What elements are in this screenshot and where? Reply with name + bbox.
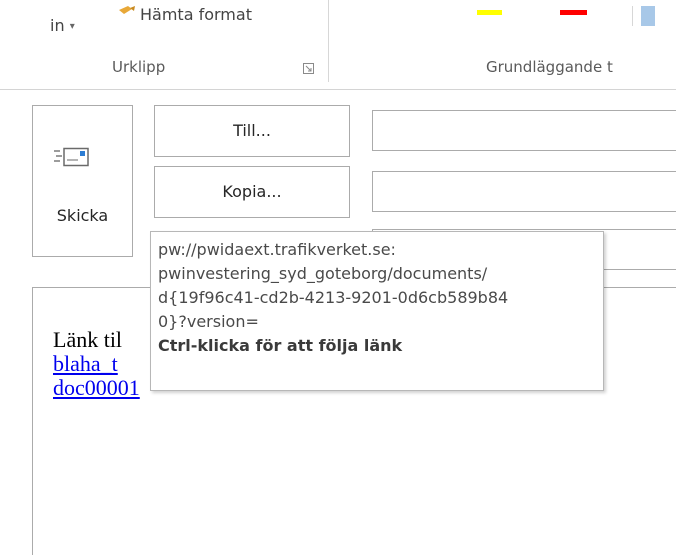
cc-field[interactable]: [372, 171, 676, 212]
send-mail-icon: [54, 147, 89, 167]
basic-text-group-label: Grundläggande t: [486, 58, 613, 76]
styles-gallery-icon[interactable]: [641, 6, 655, 26]
clipboard-group-label: Urklipp: [112, 58, 166, 76]
to-field[interactable]: [372, 110, 676, 151]
format-painter-icon: [119, 6, 135, 14]
cc-button[interactable]: Kopia...: [154, 166, 350, 218]
body-text-prefix: Länk til: [53, 327, 123, 352]
send-button[interactable]: Skicka: [32, 105, 133, 257]
tooltip-url-line: 0}?version=: [158, 312, 259, 331]
format-painter-label: Hämta format: [140, 5, 252, 24]
tooltip-follow-link-hint: Ctrl-klicka för att följa länk: [158, 336, 403, 355]
highlight-color-swatch[interactable]: [477, 10, 502, 15]
document-link-line-2[interactable]: doc00001: [53, 376, 140, 400]
partial-ribbon-button-label: in: [50, 16, 65, 35]
ribbon-separator: [632, 6, 633, 26]
ribbon: in ▾ Hämta format Urklipp Grundläggande …: [0, 0, 676, 90]
tooltip-url-line: d{19f96c41-cd2b-4213-9201-0d6cb589b84: [158, 288, 509, 307]
font-color-swatch[interactable]: [560, 10, 587, 15]
link-tooltip: pw://pwidaext.trafikverket.se: pwinveste…: [150, 231, 604, 391]
tooltip-url-line: pwinvestering_syd_goteborg/documents/: [158, 264, 488, 283]
message-body-text: Länk til blaha_t doc00001: [53, 328, 140, 400]
document-link-line-1[interactable]: blaha_t: [53, 352, 118, 376]
chevron-down-icon: ▾: [66, 21, 75, 32]
send-button-label: Skicka: [56, 206, 109, 225]
dialog-launcher-icon[interactable]: [303, 63, 314, 74]
to-button[interactable]: Till...: [154, 105, 350, 157]
ribbon-group-separator: [328, 0, 329, 82]
tooltip-url-line: pw://pwidaext.trafikverket.se:: [158, 240, 396, 259]
partial-ribbon-button[interactable]: in ▾: [50, 16, 75, 35]
format-painter-button[interactable]: Hämta format: [118, 4, 252, 26]
